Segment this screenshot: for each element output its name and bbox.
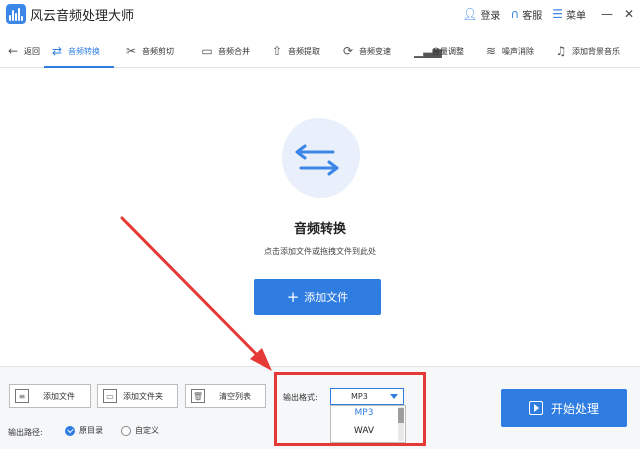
convert-icon: ⇄ (51, 44, 63, 58)
path-option-label: 原目录 (79, 426, 103, 435)
app-logo-icon (6, 4, 26, 24)
active-tab-indicator (44, 66, 114, 68)
trash-icon: 🗑︎ (191, 389, 205, 403)
tab-label: 音频合并 (218, 46, 250, 56)
radio-unchecked-icon (121, 425, 131, 436)
scissors-icon: ✂ (125, 44, 137, 58)
add-file-small-label: 添加文件 (43, 391, 75, 401)
path-option-label: 自定义 (135, 426, 159, 435)
music-note-icon: ♫ (555, 44, 567, 58)
tab-audio-cut[interactable]: ✂ 音频剪切 (124, 34, 174, 68)
plus-icon: + (286, 287, 300, 306)
tab-label: 音频转换 (68, 46, 100, 56)
user-icon: 👤︎ (462, 7, 478, 21)
app-title: 风云音频处理大师 (30, 9, 135, 24)
start-process-button[interactable]: 开始处理 (501, 389, 627, 427)
folder-icon: ▭ (103, 389, 117, 403)
tab-label: 音频剪切 (142, 46, 174, 56)
output-path-label: 输出路径: (8, 428, 43, 437)
add-file-label: 添加文件 (304, 291, 349, 304)
support-button[interactable]: ∩ 客服 (510, 7, 542, 22)
close-button[interactable]: ✕ (618, 7, 640, 21)
tab-audio-convert[interactable]: ⇄ 音频转换 (50, 34, 100, 68)
menu-label: 菜单 (566, 10, 586, 22)
page-title: 音频转换 (293, 222, 346, 237)
start-process-label: 开始处理 (550, 401, 599, 416)
tab-label: 添加背景音乐 (572, 46, 620, 56)
tab-volume-adjust[interactable]: ▁▃▅ 音量调整 (414, 34, 464, 68)
merge-icon: ▭ (201, 44, 213, 58)
arrow-left-icon: ← (7, 44, 19, 58)
annotation-highlight-box (274, 372, 426, 446)
tab-audio-extract[interactable]: ⇧ 音频提取 (270, 34, 320, 68)
tab-audio-speed[interactable]: ⟳ 音频变速 (341, 34, 391, 68)
speed-icon: ⟳ (342, 44, 354, 58)
radio-checked-icon (65, 425, 75, 436)
tab-label: 音量调整 (432, 46, 464, 56)
function-toolbar: ← 返回 ⇄ 音频转换 ✂ 音频剪切 ▭ 音频合并 ⇧ 音频提取 ⟳ 音频变速 … (0, 34, 640, 68)
add-folder-button[interactable]: ▭ 添加文件夹 (97, 384, 178, 408)
add-file-small-button[interactable]: ≡ 添加文件 (9, 384, 91, 408)
path-option-original[interactable]: 原目录 (65, 425, 103, 436)
volume-bars-icon: ▁▃▅ (414, 44, 442, 58)
convert-arrows-icon (295, 144, 339, 176)
add-file-button[interactable]: + 添加文件 (254, 279, 381, 315)
drop-hint: 点击添加文件或拖拽文件到此处 (264, 247, 376, 256)
back-button[interactable]: ← 返回 (6, 34, 40, 68)
clear-list-label: 清空列表 (219, 391, 251, 401)
tab-label: 音频变速 (359, 46, 391, 56)
play-icon (528, 401, 543, 415)
file-icon: ≡ (15, 389, 29, 403)
upload-icon: ⇧ (271, 44, 283, 58)
title-bar: 风云音频处理大师 👤︎ 登录 ∩ 客服 ☰ 菜单 — ✕ (0, 0, 640, 28)
tab-label: 噪声消除 (502, 46, 534, 56)
path-option-custom[interactable]: 自定义 (121, 425, 159, 436)
tab-label: 音频提取 (288, 46, 320, 56)
tab-add-bgm[interactable]: ♫ 添加背景音乐 (554, 34, 620, 68)
headset-icon: ∩ (510, 7, 520, 21)
minimize-button[interactable]: — (596, 7, 618, 21)
back-label: 返回 (24, 46, 40, 56)
tab-noise-removal[interactable]: ≋ 噪声消除 (484, 34, 534, 68)
tab-audio-merge[interactable]: ▭ 音频合并 (200, 34, 250, 68)
add-folder-label: 添加文件夹 (123, 391, 163, 401)
support-label: 客服 (522, 10, 543, 22)
menu-icon: ☰ (552, 7, 563, 21)
login-label: 登录 (480, 10, 501, 22)
login-button[interactable]: 👤︎ 登录 (462, 7, 500, 22)
menu-button[interactable]: ☰ 菜单 (552, 7, 586, 22)
clear-list-button[interactable]: 🗑︎ 清空列表 (185, 384, 266, 408)
noise-icon: ≋ (485, 44, 497, 58)
